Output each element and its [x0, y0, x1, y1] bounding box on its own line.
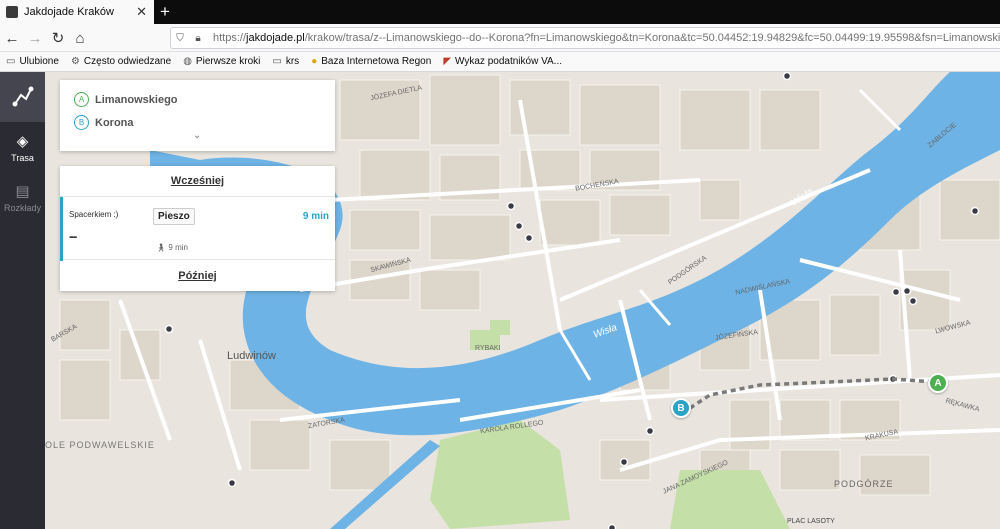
back-button[interactable]: ← [2, 28, 22, 48]
sidebar-item-rozklady[interactable]: ▤ Rozkłady [0, 172, 45, 222]
tab-bar: Jakdojade Kraków ✕ + [0, 0, 1000, 24]
origin-stop[interactable]: A Limanowskiego [74, 92, 178, 107]
street-label: RYBAKI [475, 345, 501, 352]
sidebar-item-route[interactable] [0, 72, 45, 122]
url-text: https://jakdojade.pl/krakow/trasa/z--Lim… [213, 32, 1000, 44]
marker-b[interactable]: B [671, 398, 691, 418]
bookmark-ulubione[interactable]: ▭ Ulubione [6, 56, 59, 67]
close-tab-icon[interactable]: ✕ [136, 4, 147, 20]
favicon-icon [6, 6, 18, 18]
url-bar[interactable]: ⛉ 🔒︎ https://jakdojade.pl/krakow/trasa/z… [170, 27, 1000, 49]
map-label-ludwinow: Ludwinów [227, 350, 276, 362]
mode-badge: Pieszo [153, 208, 195, 225]
regon-icon: ● [311, 56, 318, 67]
folder-icon: ▭ [6, 56, 16, 67]
bookmark-regon[interactable]: ● Baza Internetowa Regon [311, 56, 431, 67]
destination-marker-icon: B [74, 115, 89, 130]
results-panel: Wcześniej Spacerkiem :) -- Pieszo 9 min … [60, 166, 335, 291]
reload-button[interactable]: ↻ [48, 28, 68, 48]
chevron-down-icon[interactable]: ⌄ [193, 130, 201, 141]
browser-tab[interactable]: Jakdojade Kraków ✕ [0, 0, 154, 24]
bookmark-krs[interactable]: ▭ krs [272, 56, 299, 67]
map-label-podgorze: PODGÓRZE [834, 479, 894, 489]
chart-icon: ◤ [443, 56, 452, 67]
walk-info: 🚶︎ 9 min [156, 243, 188, 252]
app: ◈ Trasa ▤ Rozkłady Ludwinów Wisła Wisła … [0, 72, 1000, 529]
new-tab-button[interactable]: + [160, 2, 170, 22]
destination-stop[interactable]: B Korona [74, 115, 134, 130]
tab-title: Jakdojade Kraków [24, 6, 114, 18]
timetable-icon: ▤ [15, 182, 30, 200]
gear-icon: ⚙ [70, 56, 80, 67]
globe-icon: ◍ [183, 56, 192, 67]
bookmark-pierwsze[interactable]: ◍ Pierwsze kroki [183, 56, 260, 67]
directions-icon: ◈ [16, 132, 29, 150]
bookmark-czesto[interactable]: ⚙ Często odwiedzane [71, 56, 171, 67]
earlier-link[interactable]: Wcześniej [60, 175, 335, 187]
result-title: Spacerkiem :) [69, 210, 119, 219]
bookmarks-bar: ▭ Ulubione ⚙ Często odwiedzane ◍ Pierwsze k… [0, 52, 1000, 72]
result-dash: -- [69, 228, 77, 244]
home-button[interactable]: ⌂ [70, 28, 90, 48]
route-stops-panel: A Limanowskiego B Korona ⌄ [60, 80, 335, 151]
sidebar: ◈ Trasa ▤ Rozkłady [0, 72, 45, 529]
bookmark-wykaz[interactable]: ◤ Wykaz podatników VA... [443, 56, 562, 67]
forward-button[interactable]: → [25, 28, 45, 48]
walk-icon: 🚶︎ [156, 243, 167, 252]
folder-icon: ▭ [272, 56, 282, 67]
result-accent [60, 197, 63, 261]
origin-marker-icon: A [74, 92, 89, 107]
marker-a[interactable]: A [928, 373, 948, 393]
map-label-pole: OLE PODWAWELSKIE [45, 440, 155, 450]
result-item[interactable]: Spacerkiem :) -- Pieszo 9 min 🚶︎ 9 min [60, 196, 335, 261]
nav-bar: ← → ↻ ⌂ ⛉ 🔒︎ https://jakdojade.pl/krakow… [0, 24, 1000, 52]
route-icon [12, 86, 33, 107]
shield-icon[interactable]: ⛉ [171, 33, 189, 44]
result-time: 9 min [302, 211, 329, 222]
sidebar-item-trasa[interactable]: ◈ Trasa [0, 122, 45, 172]
street-label: PLAC LASOTY [787, 518, 835, 525]
lock-icon[interactable]: 🔒︎ [189, 33, 207, 44]
later-link[interactable]: Później [60, 270, 335, 282]
